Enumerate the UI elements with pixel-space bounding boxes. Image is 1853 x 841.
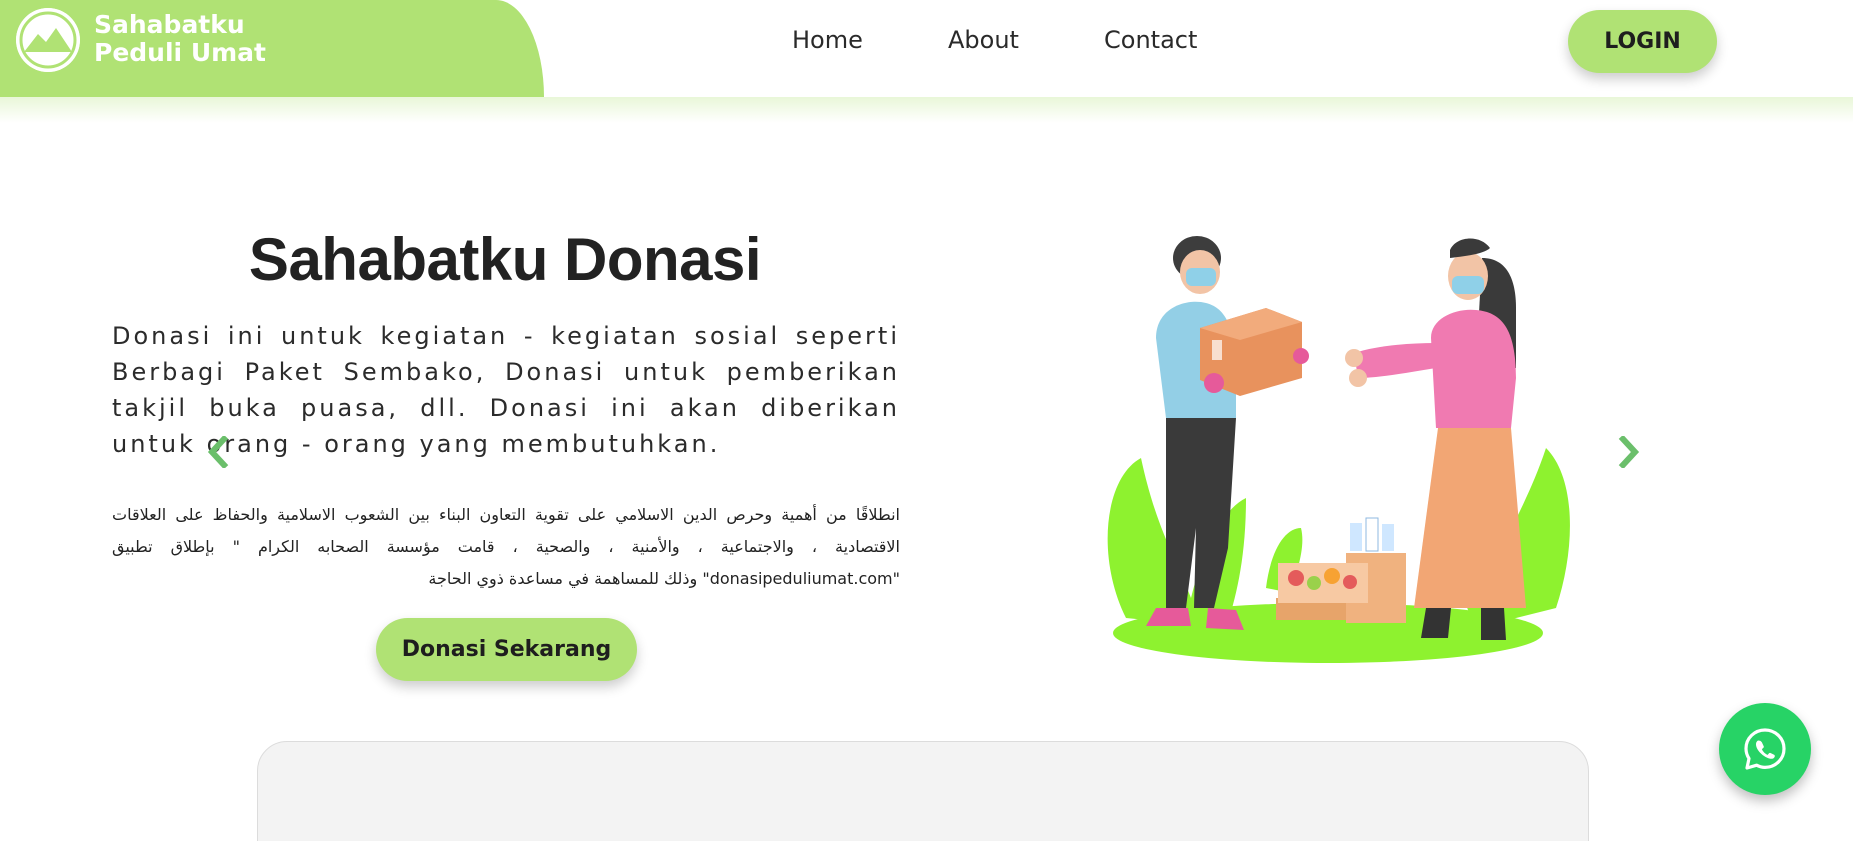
donation-illustration — [1096, 228, 1588, 668]
nav-home[interactable]: Home — [792, 26, 863, 54]
nav-contact[interactable]: Contact — [1104, 26, 1197, 54]
whatsapp-button[interactable] — [1719, 703, 1811, 795]
hero-title: Sahabatku Donasi — [248, 226, 762, 293]
content-card — [257, 741, 1589, 841]
mountain-logo-icon — [16, 8, 80, 72]
brand-area[interactable]: Sahabatku Peduli Umat — [0, 0, 544, 97]
whatsapp-icon — [1744, 728, 1786, 770]
nav-about[interactable]: About — [948, 26, 1019, 54]
chevron-right-icon[interactable] — [1617, 434, 1643, 470]
brand-name-line2: Peduli Umat — [94, 38, 266, 67]
header-shadow — [0, 97, 1853, 123]
hero-arabic-text: انطلاقًا من أهمية وحرص الدين الاسلامي عل… — [112, 505, 900, 588]
login-button[interactable]: LOGIN — [1568, 10, 1717, 73]
brand-name: Sahabatku Peduli Umat — [94, 11, 266, 67]
hero-description: Donasi ini untuk kegiatan - kegiatan sos… — [112, 322, 900, 458]
chevron-left-icon[interactable] — [204, 434, 230, 470]
brand-name-line1: Sahabatku — [94, 10, 245, 39]
donate-now-button[interactable]: Donasi Sekarang — [376, 618, 637, 681]
